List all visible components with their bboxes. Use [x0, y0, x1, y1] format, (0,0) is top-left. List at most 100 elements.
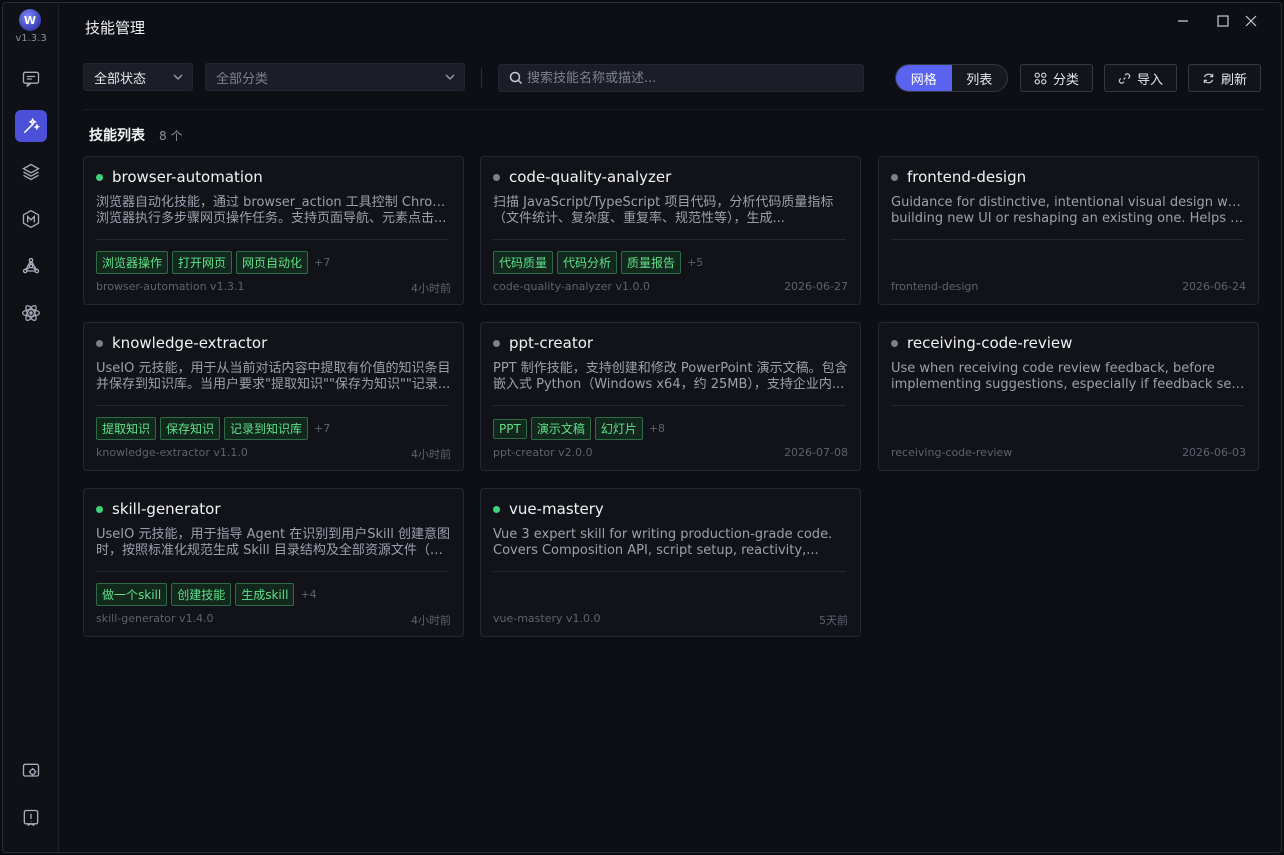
skill-description-line: Vue 3 expert skill for writing productio…	[493, 527, 833, 542]
link-icon	[1118, 72, 1131, 84]
skill-tag: 网页自动化	[236, 251, 309, 274]
skill-description: Use when receiving code review feedback,…	[891, 361, 1247, 393]
skill-tags: 浏览器操作 打开网页 网页自动化 +7	[96, 251, 330, 274]
skill-tags: 代码质量 代码分析 质量报告 +5	[493, 251, 703, 274]
category-select-value: 全部分类	[216, 71, 269, 87]
skill-card[interactable]: frontend-design Guidance for distinctive…	[878, 156, 1259, 305]
toolbar-divider	[481, 68, 482, 88]
import-button[interactable]: 导入	[1104, 64, 1177, 92]
skill-description: Vue 3 expert skill for writing productio…	[493, 527, 849, 559]
skill-tag: PPT	[493, 418, 527, 439]
category-button-label: 分类	[1052, 72, 1079, 88]
view-grid-button[interactable]: 网格	[896, 65, 952, 91]
skill-description-line: 嵌入式 Python（Windows x64，约 25MB），支持企业内...	[493, 377, 845, 392]
chevron-down-icon	[173, 74, 183, 80]
card-divider	[891, 405, 1244, 406]
skill-description: UseIO 元技能，用于指导 Agent 在识别到用户Skill 创建意图 时，…	[96, 527, 452, 559]
refresh-button-label: 刷新	[1220, 72, 1247, 88]
skill-tag: 记录到知识库	[224, 417, 309, 440]
skill-card[interactable]: vue-mastery Vue 3 expert skill for writi…	[480, 488, 861, 637]
skill-tag: 幻灯片	[594, 417, 643, 440]
atom-icon[interactable]	[15, 297, 47, 329]
card-divider	[96, 405, 449, 406]
layers-icon[interactable]	[15, 156, 47, 188]
skill-card[interactable]: ppt-creator PPT 制作技能，支持创建和修改 PowerPoint …	[480, 322, 861, 471]
card-divider	[96, 571, 449, 572]
minimize-icon[interactable]	[1173, 11, 1193, 31]
view-list-button[interactable]: 列表	[952, 65, 1008, 91]
skill-description-line: Covers Composition API, script setup, re…	[493, 543, 819, 558]
skill-tag: 打开网页	[172, 251, 233, 274]
skill-description-line: Guidance for distinctive, intentional vi…	[891, 195, 1247, 210]
skill-name: receiving-code-review	[907, 334, 1073, 352]
status-dot	[96, 506, 103, 513]
skill-card[interactable]: knowledge-extractor UseIO 元技能，用于从当前对话内容中…	[83, 322, 464, 471]
skill-tag: 质量报告	[621, 251, 682, 274]
status-dot	[493, 340, 500, 347]
category-select[interactable]: 全部分类	[205, 63, 465, 91]
skill-tag: 生成skill	[235, 583, 295, 606]
app-version: v1.3.3	[15, 33, 47, 44]
skill-description-line: Use when receiving code review feedback,…	[891, 361, 1215, 376]
status-dot	[891, 174, 898, 181]
skill-tag: 代码质量	[493, 251, 554, 274]
info-icon[interactable]	[15, 802, 47, 834]
skill-description-line: 扫描 JavaScript/TypeScript 项目代码，分析代码质量指标	[493, 195, 834, 210]
skill-updated-time: 2026-06-03	[1182, 446, 1246, 459]
skill-updated-time: 2026-07-08	[784, 446, 848, 459]
more-tags-count: +7	[314, 422, 331, 435]
skill-name: browser-automation	[112, 168, 263, 186]
skill-tag: 提取知识	[96, 417, 157, 440]
skill-description-line: 时，按照标准化规范生成 Skill 目录结构及全部资源文件（含...	[96, 543, 452, 558]
magic-wand-icon[interactable]	[15, 110, 47, 142]
network-icon[interactable]	[15, 250, 47, 282]
skill-tags: 做一个skill 创建技能 生成skill +4	[96, 583, 317, 606]
skill-card[interactable]: browser-automation 浏览器自动化技能，通过 browser_a…	[83, 156, 464, 305]
more-tags-count: +8	[648, 422, 666, 435]
skill-description-line: 浏览器自动化技能，通过 browser_action 工具控制 Chrome	[96, 195, 452, 210]
skill-tag: 保存知识	[160, 417, 221, 440]
skill-version: code-quality-analyzer v1.0.0	[493, 280, 650, 293]
model-hex-icon[interactable]	[15, 203, 47, 235]
skill-version: vue-mastery v1.0.0	[493, 612, 601, 625]
toolbar: 全部状态 全部分类 网格 列表 分类 导入 刷新	[83, 63, 1263, 93]
skill-name: code-quality-analyzer	[509, 168, 672, 186]
skill-name: skill-generator	[112, 500, 221, 518]
skill-description-line: PPT 制作技能，支持创建和修改 PowerPoint 演示文稿。包含	[493, 361, 848, 376]
status-dot	[96, 174, 103, 181]
skill-version: receiving-code-review	[891, 446, 1013, 459]
status-select[interactable]: 全部状态	[83, 63, 193, 91]
search-input[interactable]	[527, 70, 857, 86]
close-icon[interactable]	[1241, 11, 1261, 31]
search-box[interactable]	[498, 64, 864, 92]
settings-icon[interactable]	[15, 755, 47, 787]
skill-description: Guidance for distinctive, intentional vi…	[891, 195, 1247, 227]
skill-card[interactable]: receiving-code-review Use when receiving…	[878, 322, 1259, 471]
toolbar-separator	[83, 109, 1263, 110]
skill-updated-time: 5天前	[819, 614, 848, 627]
skill-tag: 演示文稿	[530, 417, 591, 440]
category-button[interactable]: 分类	[1020, 64, 1093, 92]
skill-card[interactable]: skill-generator UseIO 元技能，用于指导 Agent 在识别…	[83, 488, 464, 637]
skill-tags: 提取知识 保存知识 记录到知识库 +7	[96, 417, 330, 440]
status-select-value: 全部状态	[94, 71, 147, 87]
skill-name: ppt-creator	[509, 334, 594, 352]
skill-count: 8 个	[159, 129, 183, 143]
refresh-button[interactable]: 刷新	[1188, 64, 1261, 92]
skill-card[interactable]: code-quality-analyzer 扫描 JavaScript/Type…	[480, 156, 861, 305]
skill-description: UseIO 元技能，用于从当前对话内容中提取有价值的知识条目 并保存到知识库。当…	[96, 361, 452, 393]
skill-updated-time: 2026-06-27	[784, 280, 848, 293]
grid-icon	[1034, 72, 1047, 84]
import-button-label: 导入	[1136, 72, 1163, 88]
skill-updated-time: 2026-06-24	[1182, 280, 1246, 293]
skill-updated-time: 4小时前	[411, 614, 451, 627]
app-logo-letter: W	[23, 13, 37, 27]
maximize-icon[interactable]	[1213, 11, 1233, 31]
card-divider	[493, 405, 846, 406]
chat-icon[interactable]	[15, 63, 47, 95]
skill-name: vue-mastery	[509, 500, 604, 518]
skill-description-line: 浏览器执行多步骤网页操作任务。支持页面导航、元素点击...	[96, 211, 447, 226]
refresh-icon	[1203, 73, 1214, 83]
skill-version: skill-generator v1.4.0	[96, 612, 214, 625]
skill-description-line: UseIO 元技能，用于从当前对话内容中提取有价值的知识条目	[96, 361, 451, 376]
